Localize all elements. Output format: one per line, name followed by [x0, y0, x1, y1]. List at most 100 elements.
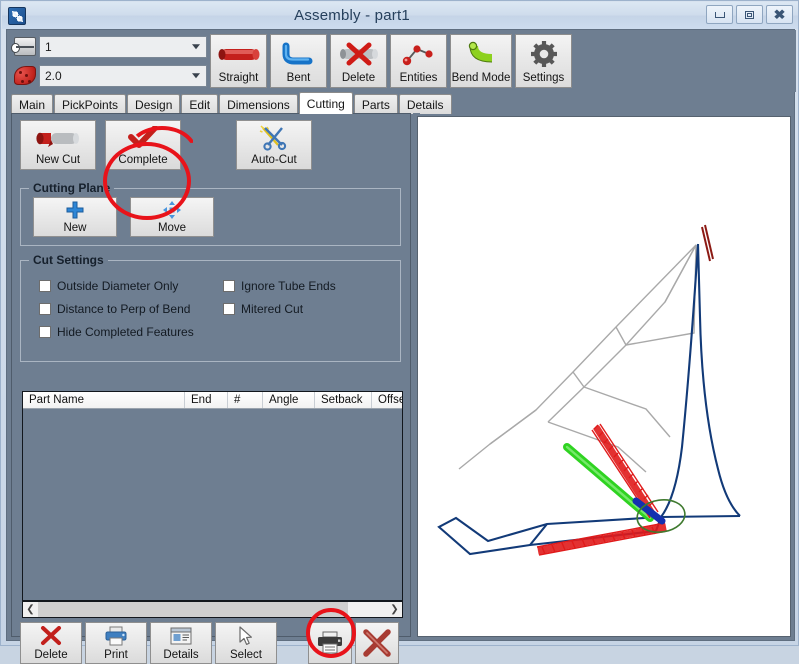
bent-tube-icon — [271, 35, 326, 72]
tab-main[interactable]: Main — [11, 94, 54, 114]
print-output-button[interactable] — [308, 622, 352, 664]
auto-cut-label: Auto-Cut — [251, 154, 297, 166]
3d-tube-assembly-viewport[interactable] — [417, 116, 791, 637]
magic-scissors-icon — [258, 121, 290, 154]
assembly-wireframe — [437, 224, 741, 556]
checkbox-outside-diameter-only[interactable]: Outside Diameter Only — [39, 279, 178, 293]
delete-cut-button[interactable]: Delete — [20, 622, 82, 664]
tube-number-value: 1 — [45, 39, 52, 54]
tab-label: PickPoints — [62, 97, 119, 112]
details-cut-button[interactable]: Details — [150, 622, 212, 664]
cutting-plane-move-label: Move — [157, 222, 187, 234]
tab-parts[interactable]: Parts — [353, 94, 398, 114]
bend-mode-button-label: Bend Mode — [451, 72, 511, 84]
tab-dimensions[interactable]: Dimensions — [219, 94, 298, 114]
gear-icon — [516, 35, 571, 72]
cutting-actions: New Cut Complete Auto-Cut — [20, 120, 312, 170]
checkbox-ignore-tube-ends[interactable]: Ignore Tube Ends — [223, 279, 336, 293]
tab-label: Main — [19, 97, 46, 112]
checkbox-distance-to-perp-of-bend[interactable]: Distance to Perp of Bend — [39, 302, 190, 316]
chevron-left-icon[interactable]: ❮ — [23, 602, 38, 617]
checkbox-box — [39, 303, 51, 315]
checkbox-label: Outside Diameter Only — [57, 279, 179, 293]
red-wedge-icon — [11, 64, 39, 88]
table-header-row: Part Name End # Angle Setback Offset — [23, 392, 402, 409]
cancel-output-button[interactable] — [355, 622, 399, 664]
wireframe-gray — [458, 244, 697, 473]
chevron-down-icon — [192, 72, 200, 78]
title-bar: Assembly - part1 ✖ — [2, 2, 798, 29]
restore-button[interactable] — [736, 5, 763, 24]
cutting-plane-group: Cutting Plane New Move — [20, 181, 401, 246]
delete-tube-x-icon — [331, 35, 386, 72]
bend-mode-icon — [451, 35, 511, 72]
new-cut-label: New Cut — [35, 154, 81, 166]
red-checkmark-icon — [128, 121, 158, 154]
details-window-icon — [170, 623, 192, 649]
delete-cut-label: Delete — [34, 649, 68, 661]
checkbox-box — [223, 280, 235, 292]
complete-button[interactable]: Complete — [105, 120, 181, 170]
details-cut-label: Details — [163, 649, 199, 661]
minimize-button[interactable] — [706, 5, 733, 24]
bent-button-label: Bent — [286, 72, 311, 84]
bend-mode-button[interactable]: Bend Mode — [450, 34, 512, 88]
tube-number-combo[interactable]: 1 — [39, 35, 207, 58]
diameter-row: 2.0 — [11, 63, 207, 88]
column-part-name[interactable]: Part Name — [23, 392, 185, 408]
tab-details[interactable]: Details — [398, 94, 452, 114]
entities-button-label: Entities — [399, 72, 438, 84]
entities-button[interactable]: Entities — [390, 34, 447, 88]
settings-button[interactable]: Settings — [515, 34, 572, 88]
print-cut-button[interactable]: Print — [85, 622, 147, 664]
straight-button[interactable]: Straight — [210, 34, 267, 88]
toolbar-combo-group: 1 2.0 — [11, 34, 207, 92]
chevron-right-icon[interactable]: ❯ — [387, 602, 402, 617]
checkbox-mitered-cut[interactable]: Mitered Cut — [223, 302, 303, 316]
cursor-arrow-icon — [237, 623, 255, 649]
selected-green-tube — [563, 443, 654, 522]
cuts-table[interactable]: Part Name End # Angle Setback Offset — [22, 391, 403, 601]
checkbox-box — [39, 280, 51, 292]
window-title: Assembly - part1 — [294, 7, 410, 24]
auto-cut-button[interactable]: Auto-Cut — [236, 120, 312, 170]
bent-button[interactable]: Bent — [270, 34, 327, 88]
select-cut-button[interactable]: Select — [215, 622, 277, 664]
column-end[interactable]: End — [185, 392, 228, 408]
scrollbar-thumb[interactable] — [38, 602, 348, 617]
close-button[interactable]: ✖ — [766, 5, 793, 24]
checkbox-label: Hide Completed Features — [57, 325, 194, 339]
tube-caliper-icon — [11, 35, 39, 59]
cut-red-tube-horizontal — [536, 522, 668, 556]
tube-number-row: 1 — [11, 34, 207, 59]
print-cut-label: Print — [104, 649, 128, 661]
chevron-down-icon — [192, 43, 200, 49]
diameter-value: 2.0 — [45, 68, 62, 83]
column-setback[interactable]: Setback — [315, 392, 372, 408]
cutting-plane-new-button[interactable]: New — [33, 197, 117, 237]
tab-label: Design — [135, 97, 173, 112]
checkbox-label: Mitered Cut — [241, 302, 304, 316]
big-red-x-icon — [362, 623, 392, 663]
column-angle[interactable]: Angle — [263, 392, 315, 408]
tab-label: Cutting — [306, 96, 345, 111]
delete-button[interactable]: Delete — [330, 34, 387, 88]
table-horizontal-scrollbar[interactable]: ❮ ❯ — [22, 601, 403, 618]
cutting-plane-title: Cutting Plane — [29, 181, 115, 195]
checkbox-label: Distance to Perp of Bend — [57, 302, 191, 316]
column-offset[interactable]: Offset — [372, 392, 402, 408]
checkbox-hide-completed-features[interactable]: Hide Completed Features — [39, 325, 194, 339]
column-number[interactable]: # — [228, 392, 263, 408]
tab-edit[interactable]: Edit — [181, 94, 219, 114]
cutting-plane-move-button[interactable]: Move — [130, 197, 214, 237]
tab-design[interactable]: Design — [127, 94, 181, 114]
tab-cutting[interactable]: Cutting — [298, 92, 353, 114]
move-arrows-icon — [163, 198, 181, 222]
window-controls: ✖ — [706, 5, 793, 24]
new-cut-button[interactable]: New Cut — [20, 120, 96, 170]
cut-settings-title: Cut Settings — [29, 253, 108, 267]
diameter-combo[interactable]: 2.0 — [39, 64, 207, 87]
tab-pickpoints[interactable]: PickPoints — [54, 94, 127, 114]
entities-nodes-icon — [391, 35, 446, 72]
tab-label: Edit — [189, 97, 211, 112]
